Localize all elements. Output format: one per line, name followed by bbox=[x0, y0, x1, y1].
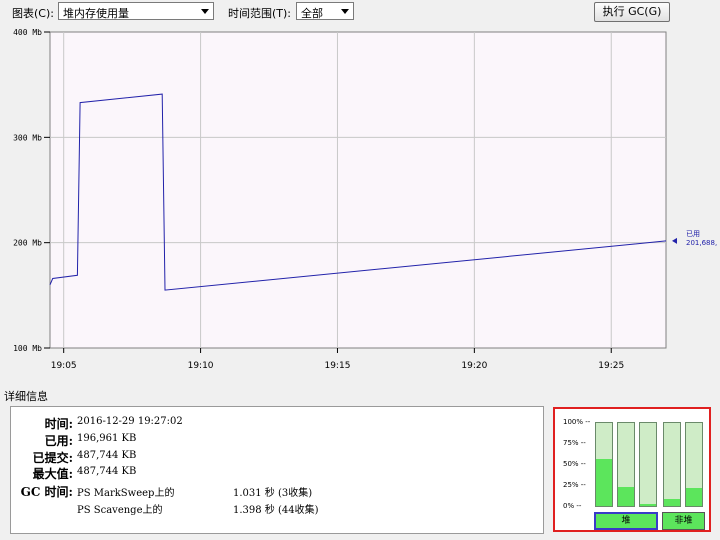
chevron-down-icon bbox=[341, 9, 349, 14]
max-label: 最大值: bbox=[32, 467, 73, 481]
chart-label: 图表(C): bbox=[12, 7, 54, 20]
nonheap-button[interactable]: 非堆 bbox=[662, 512, 705, 530]
range-label: 时间范围(T): bbox=[228, 7, 292, 20]
y-tick-label: 100 Mb bbox=[13, 344, 42, 353]
time-value: 2016-12-29 19:27:02 bbox=[77, 416, 183, 427]
time-label: 时间: bbox=[44, 417, 73, 431]
perform-gc-button[interactable]: 执行 GC(G) bbox=[594, 2, 670, 22]
percent-label: 0% -- bbox=[563, 502, 582, 510]
nonheap-pool-bar[interactable] bbox=[663, 422, 681, 507]
y-tick-label: 400 Mb bbox=[13, 28, 42, 37]
percent-label: 25% -- bbox=[563, 481, 586, 489]
y-tick-label: 200 Mb bbox=[13, 239, 42, 248]
chart-select[interactable]: 堆内存使用量 bbox=[58, 2, 214, 20]
heap-button[interactable]: 堆 bbox=[594, 512, 658, 530]
pool-fill bbox=[640, 504, 656, 506]
percent-label: 50% -- bbox=[563, 460, 586, 468]
chart-select-value: 堆内存使用量 bbox=[63, 7, 129, 20]
percent-label: 100% -- bbox=[563, 418, 591, 426]
gc-name: PS MarkSweep上的 bbox=[77, 488, 175, 499]
toolbar: 图表(C): 堆内存使用量 时间范围(T): 全部 执行 GC(G) bbox=[0, 0, 720, 24]
gc-time: 1.398 秒 (44收集) bbox=[233, 505, 319, 516]
pool-fill bbox=[664, 498, 680, 506]
annotation-label: 已用 bbox=[686, 230, 700, 238]
heap-pool-bar[interactable] bbox=[617, 422, 635, 507]
range-select[interactable]: 全部 bbox=[296, 2, 354, 20]
x-tick-label: 19:20 bbox=[461, 361, 487, 371]
details-panel: 时间: 2016-12-29 19:27:02 已用: 196,961 KB 已… bbox=[10, 406, 544, 534]
pool-fill bbox=[596, 458, 612, 506]
heap-usage-chart: 400 Mb 300 Mb 200 Mb 100 Mb 19:05 19:10 19:15… bbox=[13, 28, 717, 371]
x-tick-label: 19:05 bbox=[51, 361, 77, 371]
x-axis: 19:05 19:10 19:15 19:20 19:25 bbox=[51, 348, 624, 371]
heap-pool-bar[interactable] bbox=[595, 422, 613, 507]
x-tick-label: 19:15 bbox=[324, 361, 350, 371]
gc-name: PS Scavenge上的 bbox=[77, 505, 163, 516]
pool-fill bbox=[618, 486, 634, 506]
used-annotation: 已用 201,688, bbox=[672, 230, 717, 247]
y-axis: 400 Mb 300 Mb 200 Mb 100 Mb bbox=[13, 28, 50, 353]
details-title: 详细信息 bbox=[4, 390, 48, 403]
annotation-value: 201,688, bbox=[686, 239, 717, 247]
committed-label: 已提交: bbox=[32, 451, 73, 465]
used-label: 已用: bbox=[44, 434, 73, 448]
max-value: 487,744 KB bbox=[77, 466, 137, 477]
memory-pools-panel: 100% -- 75% -- 50% -- 25% -- 0% -- 堆 非堆 bbox=[553, 407, 711, 532]
chevron-down-icon bbox=[201, 9, 209, 14]
percent-label: 75% -- bbox=[563, 439, 586, 447]
plot-area bbox=[49, 31, 667, 349]
nonheap-pool-bar[interactable] bbox=[685, 422, 703, 507]
annotation-marker-icon bbox=[672, 237, 677, 244]
heap-pool-bar[interactable] bbox=[639, 422, 657, 507]
committed-value: 487,744 KB bbox=[77, 450, 137, 461]
pool-fill bbox=[686, 487, 702, 506]
range-select-value: 全部 bbox=[301, 7, 323, 20]
x-tick-label: 19:25 bbox=[598, 361, 624, 371]
y-tick-label: 300 Mb bbox=[13, 133, 42, 142]
gc-time-label: GC 时间: bbox=[20, 485, 73, 499]
gc-time: 1.031 秒 (3收集) bbox=[233, 488, 313, 499]
x-tick-label: 19:10 bbox=[188, 361, 214, 371]
used-value: 196,961 KB bbox=[77, 433, 137, 444]
